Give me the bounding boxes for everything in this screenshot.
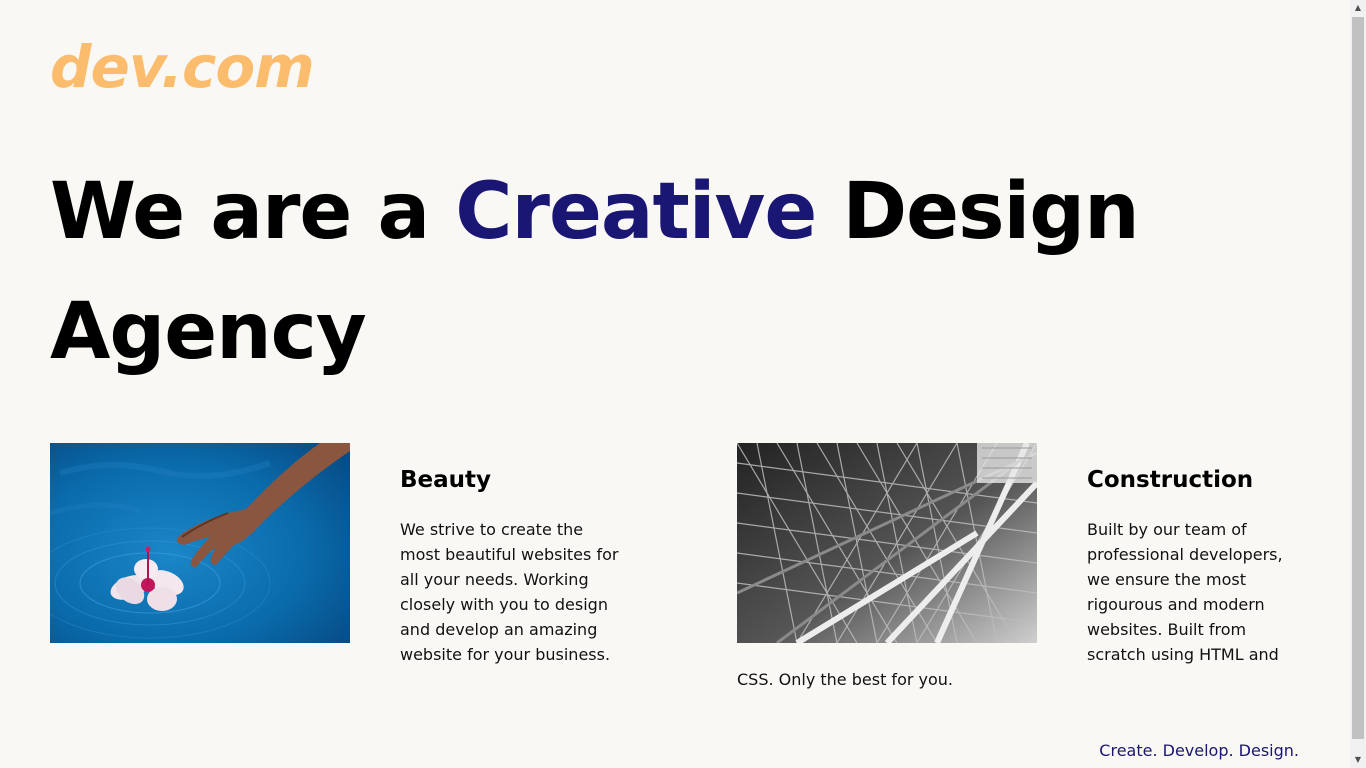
site-logo[interactable]: dev.com: [50, 38, 315, 96]
card-title-beauty: Beauty: [400, 467, 492, 493]
hero-headline: We are a Creative Design Agency: [50, 152, 1150, 392]
vertical-scrollbar[interactable]: ▲ ▼: [1350, 0, 1366, 768]
card-text-construction: Built by our team of professional develo…: [1087, 520, 1283, 664]
scroll-down-arrow-icon[interactable]: ▼: [1350, 752, 1366, 768]
scrollbar-thumb[interactable]: [1352, 17, 1364, 739]
page: dev.com We are a Creative Design Agency: [0, 0, 1350, 768]
card-text-construction-continued: CSS. Only the best for you.: [737, 670, 953, 689]
card-title-construction: Construction: [1087, 467, 1254, 493]
card-text-beauty: We strive to create the most beautiful w…: [400, 520, 619, 664]
scroll-up-arrow-icon[interactable]: ▲: [1350, 0, 1366, 16]
footer-tagline: Create. Develop. Design.: [1099, 741, 1299, 760]
hero-text-start: We are a: [50, 167, 456, 257]
beauty-image: [50, 443, 350, 643]
hero-accent-word: Creative: [455, 167, 817, 257]
construction-image: [737, 443, 1037, 643]
